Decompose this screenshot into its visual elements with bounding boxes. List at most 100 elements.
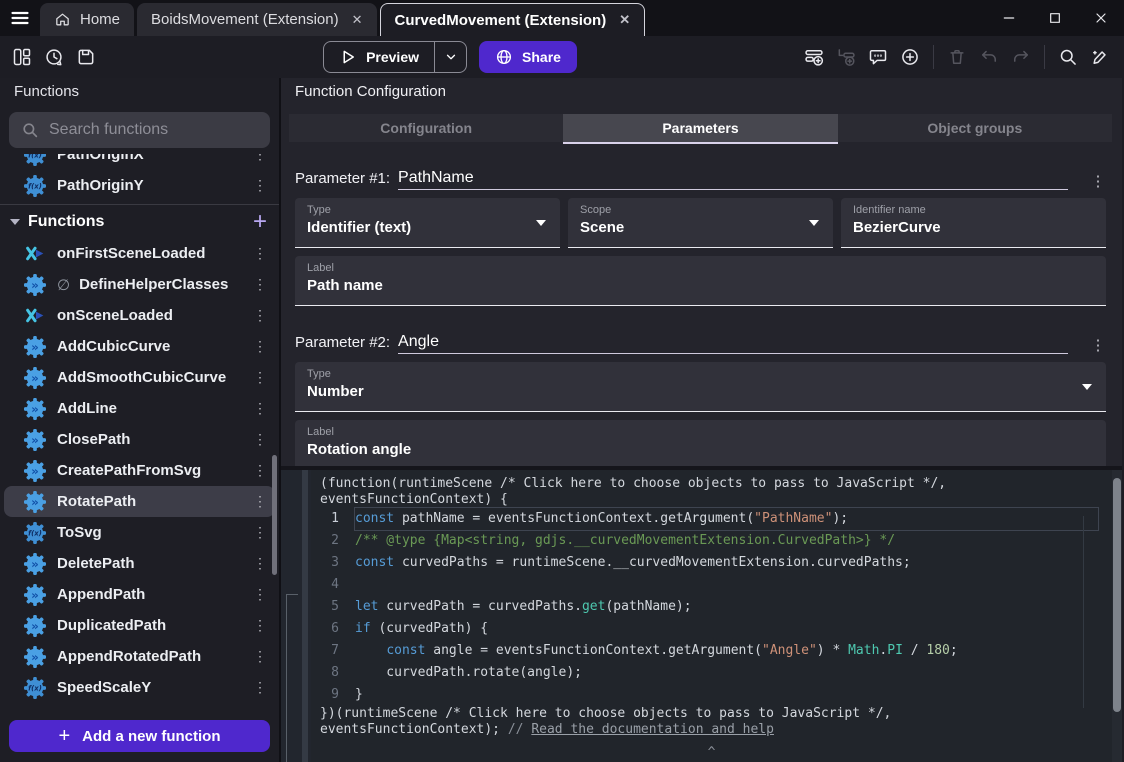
parameter-name-input[interactable]: Angle — [398, 333, 1068, 354]
field-label: Scope — [580, 204, 821, 216]
function-item-pathoriginy[interactable]: f(x)PathOriginY⋮ — [0, 170, 279, 201]
parameter-kebab-menu-icon[interactable]: ⋮ — [1090, 172, 1106, 190]
input-label[interactable]: LabelPath name — [295, 256, 1106, 306]
add-function-icon[interactable]: + — [253, 212, 267, 232]
share-button[interactable]: Share — [479, 41, 577, 73]
input-label[interactable]: LabelRotation angle — [295, 420, 1106, 466]
function-item-duplicatedpath[interactable]: »DuplicatedPath⋮ — [0, 610, 279, 641]
function-item-onfirstsceneloaded[interactable]: onFirstSceneLoaded⋮ — [0, 238, 279, 269]
function-item-appendpath[interactable]: »AppendPath⋮ — [0, 579, 279, 610]
project-manager-icon — [12, 47, 32, 67]
tab-object-groups[interactable]: Object groups — [838, 114, 1112, 142]
parameter-kebab-menu-icon[interactable]: ⋮ — [1090, 336, 1106, 354]
dropdown-scope[interactable]: ScopeScene — [568, 198, 833, 248]
function-item-onsceneloaded[interactable]: onSceneLoaded⋮ — [0, 300, 279, 331]
code-line-3[interactable]: 3const curvedPaths = runtimeScene.__curv… — [311, 552, 1112, 574]
kebab-menu-icon[interactable]: ⋮ — [251, 648, 269, 665]
search-button[interactable] — [1053, 42, 1083, 72]
function-item-addline[interactable]: »AddLine⋮ — [0, 393, 279, 424]
sidebar-scrollbar[interactable] — [272, 455, 277, 575]
code-line-7[interactable]: 7 const angle = eventsFunctionContext.ge… — [311, 640, 1112, 662]
add-event-button[interactable] — [799, 42, 829, 72]
function-item-appendrotatedpath[interactable]: »AppendRotatedPath⋮ — [0, 641, 279, 672]
kebab-menu-icon[interactable]: ⋮ — [251, 338, 269, 355]
collapse-editor-button[interactable]: ^ — [708, 745, 716, 760]
save-button[interactable] — [71, 42, 101, 72]
code-line-2[interactable]: 2/** @type {Map<string, gdjs.__curvedMov… — [311, 530, 1112, 552]
kebab-menu-icon[interactable]: ⋮ — [251, 177, 269, 194]
function-item-label: ClosePath — [57, 431, 251, 448]
svg-text:»: » — [31, 278, 39, 292]
code-line-8[interactable]: 8 curvedPath.rotate(angle); — [311, 662, 1112, 684]
kebab-menu-icon[interactable]: ⋮ — [251, 400, 269, 417]
kebab-menu-icon[interactable]: ⋮ — [251, 431, 269, 448]
js-code-editor[interactable]: (function(runtimeScene /* Click here to … — [311, 470, 1112, 762]
dropdown-type[interactable]: TypeNumber — [295, 362, 1106, 412]
code-header[interactable]: (function(runtimeScene /* Click here to … — [311, 470, 1112, 508]
maximize-window-button[interactable] — [1032, 0, 1078, 36]
search-icon — [1058, 47, 1078, 67]
sidebar-section-functions[interactable]: Functions+ — [0, 204, 279, 238]
events-sheet: (function(runtimeScene /* Click here to … — [281, 466, 1122, 762]
kebab-menu-icon[interactable]: ⋮ — [251, 679, 269, 696]
function-item-speedscaley[interactable]: f(x)SpeedScaleY⋮ — [0, 672, 279, 703]
kebab-menu-icon[interactable]: ⋮ — [251, 586, 269, 603]
kebab-menu-icon[interactable]: ⋮ — [251, 462, 269, 479]
tab-configuration[interactable]: Configuration — [289, 114, 563, 142]
kebab-menu-icon[interactable]: ⋮ — [251, 276, 269, 293]
minimize-window-button[interactable] — [986, 0, 1032, 36]
function-item-tosvg[interactable]: f(x)ToSvg⋮ — [0, 517, 279, 548]
search-functions-input[interactable] — [49, 121, 249, 139]
dropdown-type[interactable]: TypeIdentifier (text) — [295, 198, 560, 248]
code-lines[interactable]: 1const pathName = eventsFunctionContext.… — [311, 508, 1112, 706]
function-item-addcubiccurve[interactable]: »AddCubicCurve⋮ — [0, 331, 279, 362]
kebab-menu-icon[interactable]: ⋮ — [251, 493, 269, 510]
kebab-menu-icon[interactable]: ⋮ — [251, 307, 269, 324]
function-item-deletepath[interactable]: »DeletePath⋮ — [0, 548, 279, 579]
main-panel: Function Configuration ConfigurationPara… — [281, 78, 1122, 762]
close-tab-icon[interactable]: ✕ — [619, 12, 630, 28]
undo-icon — [979, 47, 999, 67]
parameter-name-input[interactable]: PathName — [398, 169, 1068, 190]
globe-icon — [495, 48, 513, 66]
window-tab-home[interactable]: Home — [40, 3, 134, 36]
add-subevent-icon — [836, 47, 856, 67]
add-comment-button[interactable] — [863, 42, 893, 72]
documentation-link[interactable]: Read the documentation and help — [531, 722, 774, 737]
tab-parameters[interactable]: Parameters — [563, 114, 837, 142]
kebab-menu-icon[interactable]: ⋮ — [251, 245, 269, 262]
function-item-rotatepath[interactable]: »RotatePath⋮ — [4, 486, 275, 517]
code-scrollbar[interactable] — [1113, 478, 1121, 712]
action-function-icon: » — [24, 615, 46, 637]
event-drag-handle[interactable] — [302, 470, 308, 762]
code-line-4[interactable]: 4 — [311, 574, 1112, 596]
kebab-menu-icon[interactable]: ⋮ — [251, 369, 269, 386]
close-tab-icon[interactable]: ✕ — [352, 12, 363, 28]
input-identifier-name[interactable]: Identifier nameBezierCurve — [841, 198, 1106, 248]
code-line-6[interactable]: 6if (curvedPath) { — [311, 618, 1112, 640]
code-line-9[interactable]: 9} — [311, 684, 1112, 706]
main-menu-button[interactable] — [0, 0, 40, 36]
add-new-function-button[interactable]: + Add a new function — [9, 720, 270, 752]
project-manager-button[interactable] — [7, 42, 37, 72]
function-item-definehelperclasses[interactable]: »∅DefineHelperClasses⋮ — [0, 269, 279, 300]
code-line-5[interactable]: 5let curvedPath = curvedPaths.get(pathNa… — [311, 596, 1112, 618]
add-event-circle-button[interactable] — [895, 42, 925, 72]
kebab-menu-icon[interactable]: ⋮ — [251, 555, 269, 572]
window-tab-boidsmovement-extension[interactable]: BoidsMovement (Extension)✕ — [137, 3, 377, 36]
add-event-circle-icon — [900, 47, 920, 67]
preview-dropdown-button[interactable] — [434, 41, 466, 73]
close-window-button[interactable] — [1078, 0, 1124, 36]
function-item-createpathfromsvg[interactable]: »CreatePathFromSvg⋮ — [0, 455, 279, 486]
kebab-menu-icon[interactable]: ⋮ — [251, 617, 269, 634]
edit-button[interactable] — [1085, 42, 1115, 72]
search-functions-box[interactable] — [9, 112, 270, 148]
kebab-menu-icon[interactable]: ⋮ — [251, 524, 269, 541]
history-button[interactable] — [39, 42, 69, 72]
preview-button[interactable]: Preview — [323, 41, 467, 73]
preview-button-main[interactable]: Preview — [324, 48, 434, 66]
function-item-addsmoothcubiccurve[interactable]: »AddSmoothCubicCurve⋮ — [0, 362, 279, 393]
window-tab-curvedmovement-extension[interactable]: CurvedMovement (Extension)✕ — [380, 3, 646, 36]
function-item-closepath[interactable]: »ClosePath⋮ — [0, 424, 279, 455]
code-line-1[interactable]: 1const pathName = eventsFunctionContext.… — [311, 508, 1112, 530]
